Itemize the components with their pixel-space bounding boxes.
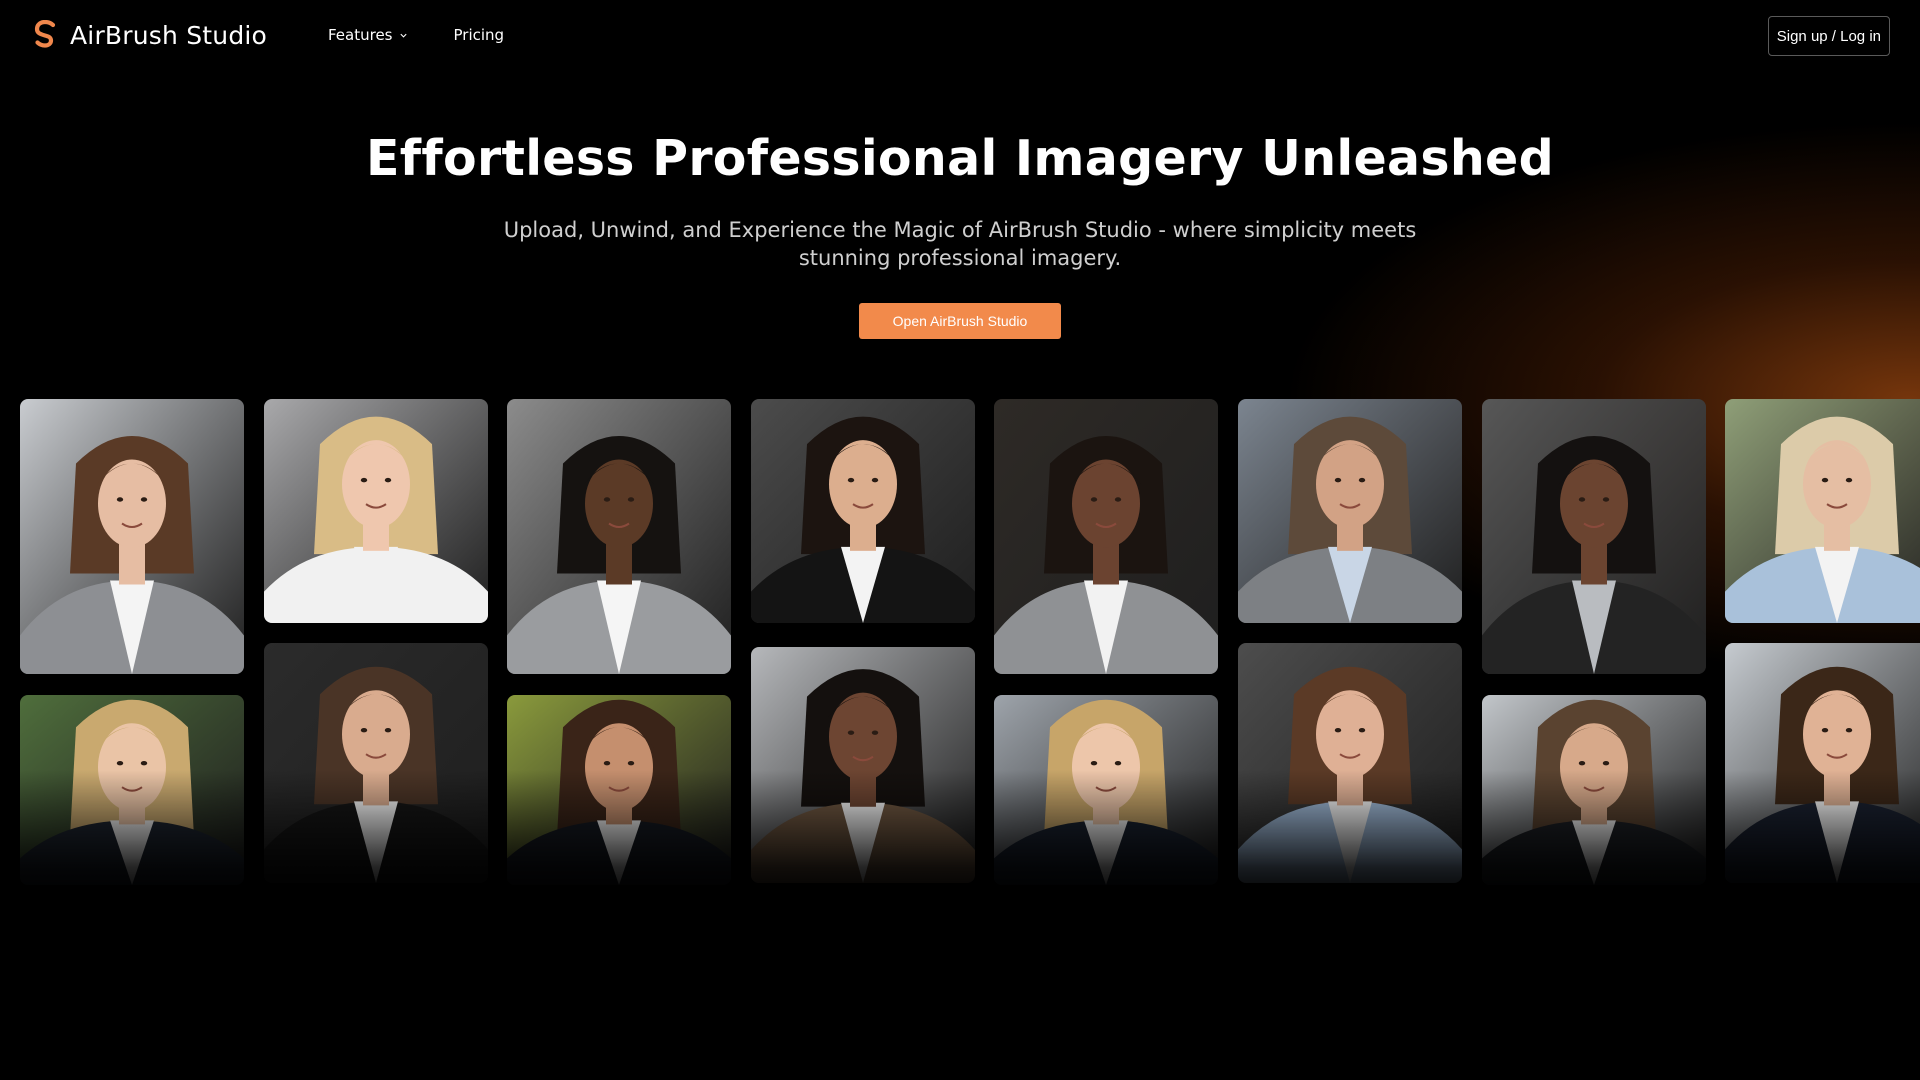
portrait-photo xyxy=(1238,643,1462,883)
portrait-photo xyxy=(20,695,244,885)
portrait-tile xyxy=(751,399,975,623)
page: AirBrush Studio Features Pricing Sign up… xyxy=(0,0,1920,1080)
portrait-photo xyxy=(264,643,488,883)
portrait-photo xyxy=(507,399,731,674)
portrait-photo xyxy=(1482,399,1706,674)
portrait-photo xyxy=(751,647,975,883)
portrait-photo xyxy=(1238,399,1462,623)
portrait-tile xyxy=(507,695,731,885)
portrait-tile xyxy=(994,695,1218,885)
portrait-gallery xyxy=(0,0,1920,1080)
portrait-tile xyxy=(264,643,488,883)
portrait-tile xyxy=(507,399,731,674)
portrait-tile xyxy=(1238,399,1462,623)
portrait-photo xyxy=(1482,695,1706,885)
portrait-tile xyxy=(20,399,244,674)
portrait-photo xyxy=(994,399,1218,674)
portrait-photo xyxy=(994,695,1218,885)
portrait-tile xyxy=(1725,399,1920,623)
portrait-tile xyxy=(264,399,488,623)
portrait-photo xyxy=(20,399,244,674)
portrait-photo xyxy=(507,695,731,885)
portrait-tile xyxy=(751,647,975,883)
portrait-tile xyxy=(1482,399,1706,674)
portrait-tile xyxy=(1482,695,1706,885)
portrait-photo xyxy=(264,399,488,623)
portrait-photo xyxy=(751,399,975,623)
portrait-photo xyxy=(1725,643,1920,883)
portrait-photo xyxy=(1725,399,1920,623)
portrait-tile xyxy=(1238,643,1462,883)
portrait-tile xyxy=(20,695,244,885)
portrait-tile xyxy=(994,399,1218,674)
portrait-tile xyxy=(1725,643,1920,883)
